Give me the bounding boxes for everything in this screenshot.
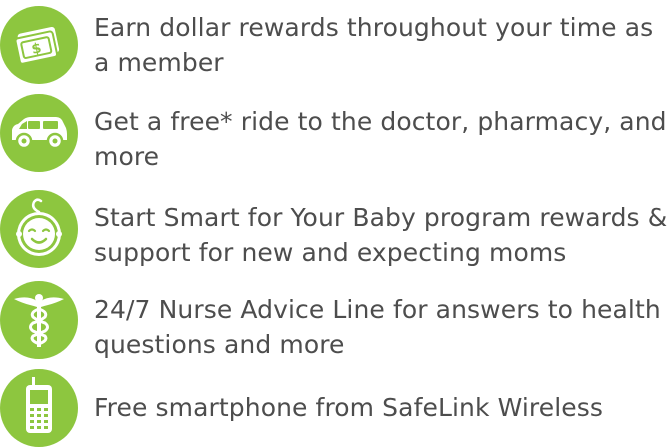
dollar-bills-icon: $ (0, 6, 78, 84)
benefit-text: Get a free* ride to the doctor, pharmacy… (94, 107, 667, 171)
caduceus-icon (0, 281, 78, 359)
car-icon (0, 94, 78, 172)
baby-face-icon (0, 190, 78, 268)
benefit-text: Earn dollar rewards throughout your time… (94, 13, 654, 77)
benefit-text: 24/7 Nurse Advice Line for answers to he… (94, 295, 661, 359)
cell-phone-icon (0, 369, 78, 447)
benefit-text: Start Smart for Your Baby program reward… (94, 203, 668, 267)
benefit-text: Free smartphone from SafeLink Wireless (94, 393, 603, 422)
